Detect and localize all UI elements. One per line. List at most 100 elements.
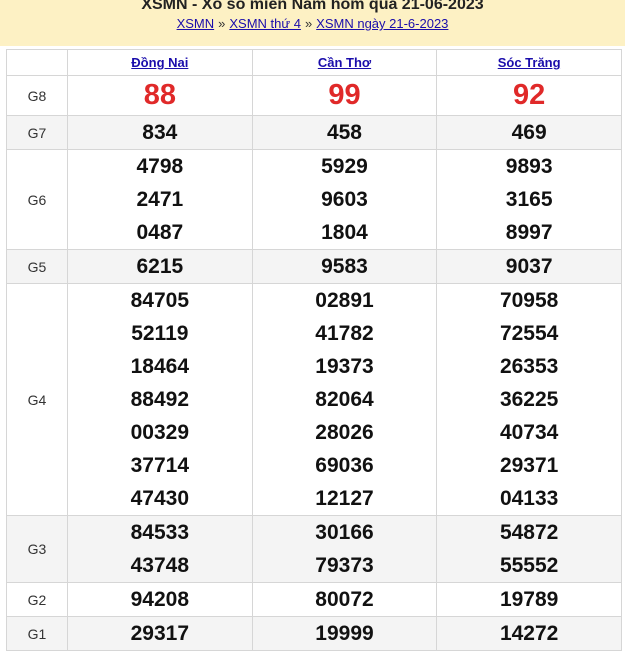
- prize-label: G6: [6, 149, 68, 250]
- table-header-row: Đồng Nai Cần Thơ Sóc Trăng: [6, 49, 622, 76]
- prize-label: G4: [6, 283, 68, 516]
- prize-number: 04133: [499, 487, 559, 510]
- prize-label: G2: [6, 582, 68, 617]
- prize-column-header: [6, 49, 68, 76]
- prize-number: 12127: [315, 487, 374, 510]
- prize-number: 82064: [315, 388, 374, 411]
- prize-number: 469: [511, 121, 547, 144]
- prize-number: 40734: [499, 421, 559, 444]
- prize-number: 69036: [315, 454, 374, 477]
- prize-number: 55552: [499, 554, 559, 577]
- province-link-soc-trang[interactable]: Sóc Trăng: [498, 55, 561, 70]
- prize-label: G7: [6, 115, 68, 150]
- result-cell: 30166 79373: [251, 515, 438, 583]
- result-cell: 94208: [67, 582, 253, 617]
- result-cell: 02891 41782 19373 82064 28026 69036 12127: [251, 283, 438, 516]
- prize-number: 28026: [315, 421, 374, 444]
- prize-number: 5929: [321, 155, 368, 178]
- result-cell: 19999: [251, 616, 438, 651]
- result-cell: 99: [251, 75, 438, 116]
- result-cell: 80072: [251, 582, 438, 617]
- result-cell: 834: [67, 115, 253, 150]
- result-cell: 92: [436, 75, 622, 116]
- breadcrumb-link-xsmn[interactable]: XSMN: [177, 16, 215, 31]
- result-cell: 19789: [436, 582, 622, 617]
- prize-number: 84705: [130, 289, 190, 312]
- prize-number: 29317: [130, 622, 190, 645]
- table-row: G6 4798 2471 0487 5929 9603 1804 9893 3165 8997: [6, 149, 622, 250]
- table-row: G3 84533 43748 30166 79373 54872 55552: [6, 515, 622, 583]
- prize-number: 834: [142, 121, 178, 144]
- prize-label: G1: [6, 616, 68, 651]
- prize-number: 4798: [136, 155, 184, 178]
- result-cell: 469: [436, 115, 622, 150]
- prize-number: 88492: [130, 388, 190, 411]
- prize-label: G5: [6, 249, 68, 284]
- results-table: Đồng Nai Cần Thơ Sóc Trăng G8 88 99 92 G7 834…: [6, 49, 622, 651]
- result-cell: 84705 52119 18464 88492 00329 37714 47430: [67, 283, 253, 516]
- province-header: Đồng Nai: [67, 49, 253, 76]
- prize-number: 43748: [130, 554, 190, 577]
- breadcrumb-separator: »: [218, 16, 226, 31]
- result-cell: 29317: [67, 616, 253, 651]
- prize-number: 37714: [130, 454, 190, 477]
- province-link-can-tho[interactable]: Cần Thơ: [318, 55, 371, 70]
- prize-number: 80072: [315, 588, 374, 611]
- result-cell: 6215: [67, 249, 253, 284]
- result-cell: 14272: [436, 616, 622, 651]
- prize-number: 9037: [505, 255, 553, 278]
- prize-number: 18464: [130, 355, 190, 378]
- breadcrumb-link-xsmn-thu-4[interactable]: XSMN thứ 4: [229, 16, 301, 31]
- prize-number: 19373: [315, 355, 374, 378]
- prize-number: 6215: [136, 255, 184, 278]
- province-header: Sóc Trăng: [436, 49, 622, 76]
- prize-number: 8997: [505, 221, 553, 244]
- breadcrumb-separator: »: [304, 16, 313, 31]
- prize-label: G3: [6, 515, 68, 583]
- prize-number: 54872: [499, 521, 559, 544]
- result-cell: 84533 43748: [67, 515, 253, 583]
- table-row: G2 94208 80072 19789: [6, 582, 622, 617]
- prize-number: 29371: [499, 454, 559, 477]
- table-row: G8 88 99 92: [6, 75, 622, 116]
- special-prize-number: 88: [143, 79, 176, 111]
- prize-number: 19999: [315, 622, 374, 645]
- result-cell: 4798 2471 0487: [67, 149, 253, 250]
- special-prize-number: 92: [513, 79, 546, 111]
- breadcrumb: XSMN» XSMN thứ 4» XSMN ngày 21-6-2023: [0, 16, 625, 31]
- prize-number: 84533: [130, 521, 190, 544]
- prize-number: 2471: [136, 188, 184, 211]
- result-cell: 70958 72554 26353 36225 40734 29371 04133: [436, 283, 622, 516]
- province-link-dong-nai[interactable]: Đồng Nai: [131, 55, 188, 70]
- result-cell: 5929 9603 1804: [251, 149, 438, 250]
- prize-number: 3165: [505, 188, 553, 211]
- prize-number: 0487: [136, 221, 184, 244]
- table-row: G5 6215 9583 9037: [6, 249, 622, 284]
- breadcrumb-link-xsmn-date[interactable]: XSMN ngày 21-6-2023: [316, 16, 448, 31]
- result-cell: 9583: [251, 249, 438, 284]
- prize-number: 9583: [321, 255, 368, 278]
- table-row: G1 29317 19999 14272: [6, 616, 622, 651]
- page-title: XSMN - Xổ số miền Nam hôm qua 21-06-2023: [141, 0, 484, 13]
- prize-number: 1804: [321, 221, 368, 244]
- prize-number: 02891: [315, 289, 374, 312]
- prize-number: 79373: [315, 554, 374, 577]
- prize-number: 52119: [131, 322, 189, 345]
- prize-number: 94208: [130, 588, 190, 611]
- table-row: G7 834 458 469: [6, 115, 622, 150]
- prize-number: 00329: [130, 421, 190, 444]
- result-cell: 458: [251, 115, 438, 150]
- prize-number: 26353: [499, 355, 559, 378]
- result-cell: 9037: [436, 249, 622, 284]
- prize-number: 70958: [499, 289, 559, 312]
- prize-label: G8: [6, 75, 68, 116]
- prize-number: 36225: [499, 388, 559, 411]
- result-cell: 88: [67, 75, 253, 116]
- prize-number: 19789: [499, 588, 559, 611]
- prize-number: 9893: [505, 155, 553, 178]
- result-cell: 54872 55552: [436, 515, 622, 583]
- province-header: Cần Thơ: [251, 49, 438, 76]
- special-prize-number: 99: [328, 79, 361, 111]
- prize-number: 72554: [499, 322, 559, 345]
- prize-number: 30166: [315, 521, 374, 544]
